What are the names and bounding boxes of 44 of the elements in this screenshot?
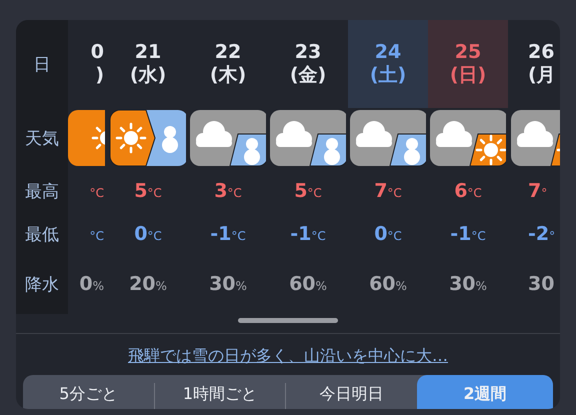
row-label: 最高	[25, 180, 59, 202]
forecast-summary-link[interactable]: 飛騨では雪の日が多く、山沿いを中心に大…	[128, 346, 448, 367]
low-temp: 0°C	[134, 223, 162, 245]
weekday: (木)	[210, 64, 246, 87]
day-number: 23	[294, 41, 322, 64]
low-temp: -2°	[528, 223, 556, 245]
low-temp: -1°C	[450, 223, 486, 245]
row-label: 最低	[25, 224, 59, 246]
day-number: 0	[90, 41, 104, 64]
weekday: (水)	[130, 64, 166, 87]
day-number: 22	[214, 41, 242, 64]
high-temp: 5°C	[294, 180, 322, 202]
range-tab[interactable]: 5分ごと	[23, 375, 154, 409]
high-temp: 5°C	[134, 180, 162, 202]
weekday: (日)	[450, 64, 486, 87]
precip-chance: 20%	[129, 273, 167, 295]
day-number: 25	[454, 41, 482, 64]
precip-chance: 60%	[289, 273, 327, 295]
low-temp: 0°C	[374, 223, 402, 245]
high-temp: 7°	[528, 180, 548, 202]
row-label: 日	[34, 54, 50, 76]
high-temp: 3°C	[214, 180, 242, 202]
range-tab[interactable]: 1時間ごと	[154, 375, 286, 409]
precip-chance: 30%	[209, 273, 247, 295]
day-number: 26	[528, 41, 554, 64]
weekday: (金)	[290, 64, 326, 87]
row-label: 降水	[25, 274, 59, 296]
high-temp: 7°C	[374, 180, 402, 202]
weekday: )	[95, 64, 104, 87]
high-temp: °C	[90, 185, 104, 202]
low-temp: -1°C	[290, 223, 326, 245]
day-number: 24	[374, 41, 402, 64]
weekday: (土)	[370, 64, 406, 87]
range-tab[interactable]: 今日明日	[286, 375, 418, 409]
row-label: 天気	[25, 128, 59, 150]
precip-chance: 0%	[79, 273, 104, 295]
precip-chance: 30%	[449, 273, 487, 295]
high-temp: 6°C	[454, 180, 482, 202]
low-temp: °C	[90, 228, 104, 245]
precip-chance: 60%	[369, 273, 407, 295]
day-number: 21	[134, 41, 162, 64]
precip-chance: 30	[528, 273, 554, 295]
low-temp: -1°C	[210, 223, 246, 245]
weekday: (月	[528, 64, 556, 87]
